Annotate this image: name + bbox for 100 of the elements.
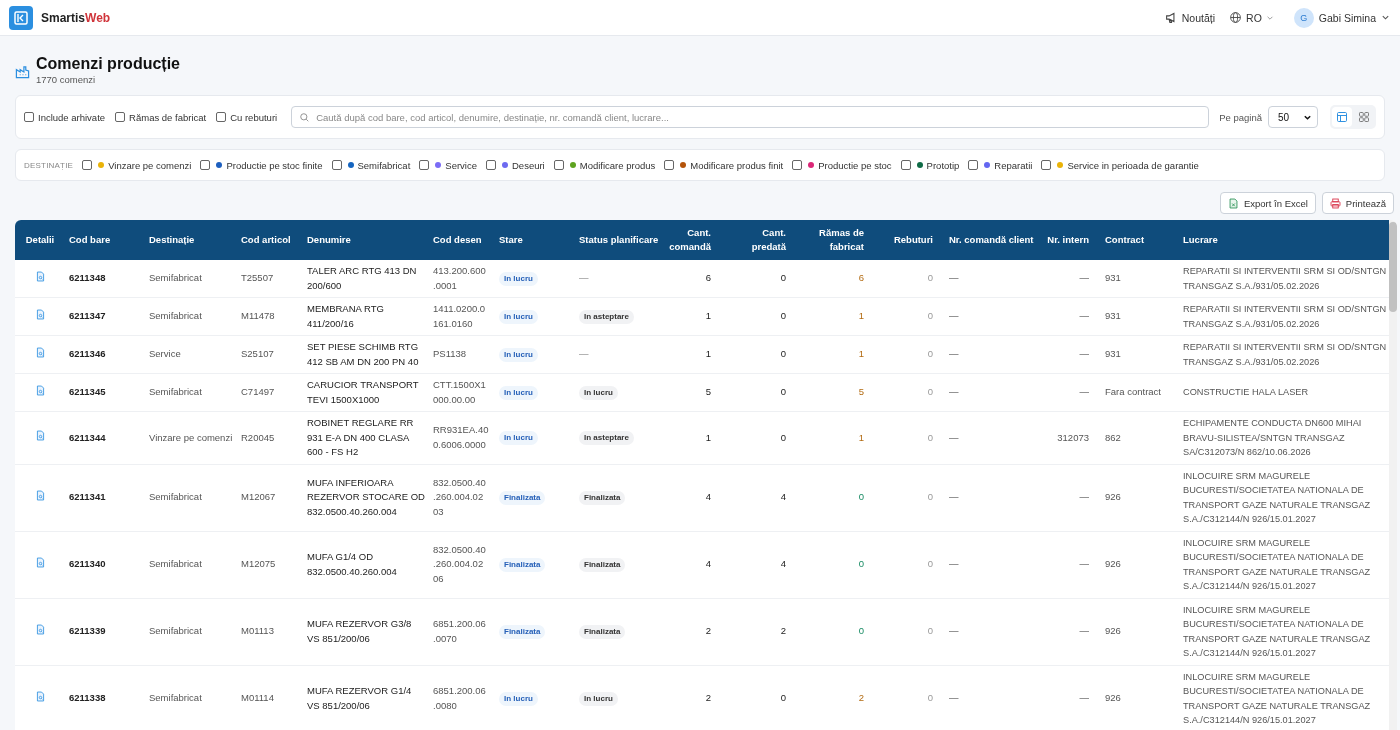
table-cell: 6	[705, 272, 711, 284]
document-icon[interactable]	[34, 384, 46, 396]
document-icon[interactable]	[34, 556, 46, 568]
destination-checkbox[interactable]: Modificare produs finit	[664, 159, 784, 171]
news-button[interactable]: Noutăți	[1164, 11, 1216, 24]
column-header: Nr. intern	[1047, 234, 1089, 245]
destination-checkbox[interactable]: Service in perioada de garantie	[1041, 159, 1199, 171]
table-view-button[interactable]	[1332, 107, 1352, 127]
user-menu[interactable]: G Gabi Simina	[1293, 7, 1390, 28]
table-cell: 926	[1105, 692, 1121, 704]
table-cell: 5	[858, 386, 864, 398]
table-cell-text: 413.200.600 .0001	[433, 264, 487, 293]
status-badge: In lucru	[499, 386, 538, 400]
table-cell: 931	[1105, 272, 1121, 284]
table-cell: 1	[705, 310, 711, 322]
table-cell: 0	[858, 558, 864, 570]
document-icon[interactable]	[34, 308, 46, 320]
column-header: Rebuturi	[893, 234, 933, 245]
chevron-down-icon	[1381, 13, 1390, 22]
planning-status-badge: Finalizata	[579, 625, 626, 639]
language-selector[interactable]: RO	[1229, 11, 1274, 24]
table-cell: 4	[705, 558, 711, 570]
table-cell: 6	[858, 272, 864, 284]
table-cell: 6211348	[69, 272, 106, 284]
table-cell: Semifabricat	[149, 625, 202, 637]
filter-checkbox[interactable]: Rămas de fabricat	[115, 111, 207, 123]
status-badge: Finalizata	[499, 491, 546, 505]
document-icon[interactable]	[34, 346, 46, 358]
table-cell-text: CTT.1500X1 000.00.00	[433, 378, 487, 407]
destination-checkbox[interactable]: Prototip	[900, 159, 960, 171]
table-cell: 6211346	[69, 348, 106, 360]
table-cell: 1	[705, 431, 711, 443]
search-field[interactable]: Caută după cod bare, cod articol, denumire, destinație, nr. comandă client, lucrare...	[291, 106, 1210, 128]
destination-checkbox[interactable]: Modificare produs	[553, 159, 656, 171]
filter-checkbox[interactable]: Include arhivate	[24, 111, 106, 123]
filter-checkbox[interactable]: Cu rebuturi	[216, 111, 278, 123]
table-cell: 926	[1105, 491, 1121, 503]
table-cell: —	[949, 310, 959, 322]
table-cell-text: 832.0500.40 .260.004.02 06	[433, 542, 487, 586]
table-cell: 6211344	[69, 431, 106, 443]
page-title: Comenzi producție	[36, 54, 180, 74]
table-cell-text: 1411.0200.0 161.0160	[433, 302, 487, 331]
table-cell: SET PIESE SCHIMB RTG 412 SB AM DN 200 PN 40	[307, 341, 419, 367]
table-cell: 2	[705, 625, 711, 637]
planning-status-badge: Finalizata	[579, 558, 626, 572]
table-cell-text: CONSTRUCTIE HALA LASER	[1183, 386, 1310, 400]
table-cell: 926	[1105, 558, 1121, 570]
per-page-select[interactable]: 50	[1268, 106, 1318, 128]
column-header: Stare	[499, 234, 523, 245]
scrollbar[interactable]	[1389, 220, 1397, 730]
user-avatar: G	[1293, 7, 1314, 28]
document-icon[interactable]	[34, 690, 46, 702]
table-cell: —	[949, 386, 959, 398]
table-cell: 2	[705, 692, 711, 704]
table-cell: M12067	[241, 491, 276, 503]
table-cell: T25507	[241, 272, 274, 284]
destination-checkbox[interactable]: Deseuri	[486, 159, 545, 171]
column-header: Contract	[1105, 234, 1145, 245]
table-cell: 0	[780, 692, 786, 704]
table-cell: —	[949, 431, 959, 443]
column-header: Cant. comandă	[669, 227, 711, 252]
planning-status-badge: In asteptare	[579, 310, 634, 324]
table-cell: MUFA G1/4 OD 832.0500.40.260.004	[307, 551, 397, 577]
table-cell: 6211341	[69, 491, 106, 503]
destination-checkbox[interactable]: Service	[419, 159, 477, 171]
destination-checkbox[interactable]: Vinzare pe comenzi	[82, 159, 192, 171]
brand-name: SmartisWeb	[41, 10, 111, 25]
destination-checkbox[interactable]: Productie pe stoc finite	[200, 159, 323, 171]
column-header: Status planificare	[579, 234, 659, 245]
table-cell-text: ECHIPAMENTE CONDUCTA DN600 MIHAI BRAVU-SILISTEA/SNTGN TRANSGAZ SA/C312073/N 862/10.06.2026	[1183, 417, 1363, 459]
table-cell: ROBINET REGLARE RR 931 E-A DN 400 CLASA 600 - FS H2	[307, 417, 414, 457]
table-cell: —	[579, 272, 589, 284]
document-icon[interactable]	[34, 623, 46, 635]
logo-icon[interactable]	[9, 5, 33, 30]
destination-checkbox[interactable]: Productie pe stoc	[792, 159, 892, 171]
export-excel-button[interactable]: Export în Excel	[1219, 192, 1316, 214]
table-cell: 0	[780, 310, 786, 322]
table-cell-text: INLOCUIRE SRM MAGURELE BUCURESTI/SOCIETATEA NATIONALA DE TRANSPORT GAZE NATURALE TRANSGAZ S.A./C312144/N 926/15.01.2027	[1183, 603, 1372, 660]
table-cell: 0	[927, 558, 933, 570]
table-cell: —	[1079, 558, 1089, 570]
table-cell: —	[949, 558, 959, 570]
table-cell: 2	[780, 625, 786, 637]
destination-checkbox[interactable]: Semifabricat	[331, 159, 411, 171]
table-cell: Semifabricat	[149, 386, 202, 398]
table-cell: —	[949, 272, 959, 284]
table-cell-text: 6851.200.06 .0070	[433, 617, 487, 646]
destination-label: DESTINAȚIE	[24, 160, 74, 170]
table-cell: 0	[780, 272, 786, 284]
document-icon[interactable]	[34, 430, 46, 441]
table-cell: —	[949, 692, 959, 704]
document-icon[interactable]	[34, 489, 46, 501]
print-button[interactable]: Printează	[1321, 192, 1394, 214]
table-cell-text: INLOCUIRE SRM MAGURELE BUCURESTI/SOCIETATEA NATIONALA DE TRANSPORT GAZE NATURALE TRANSGAZ S.A./C312144/N 926/15.01.2027	[1183, 536, 1372, 593]
table-cell: 312073	[1057, 431, 1089, 443]
table-cell: S25107	[241, 348, 274, 360]
table-cell: 5	[705, 386, 711, 398]
column-header: Lucrare	[1183, 234, 1218, 245]
table-cell: —	[1079, 692, 1089, 704]
destination-checkbox[interactable]: Reparatii	[968, 159, 1033, 171]
document-icon[interactable]	[34, 270, 46, 282]
